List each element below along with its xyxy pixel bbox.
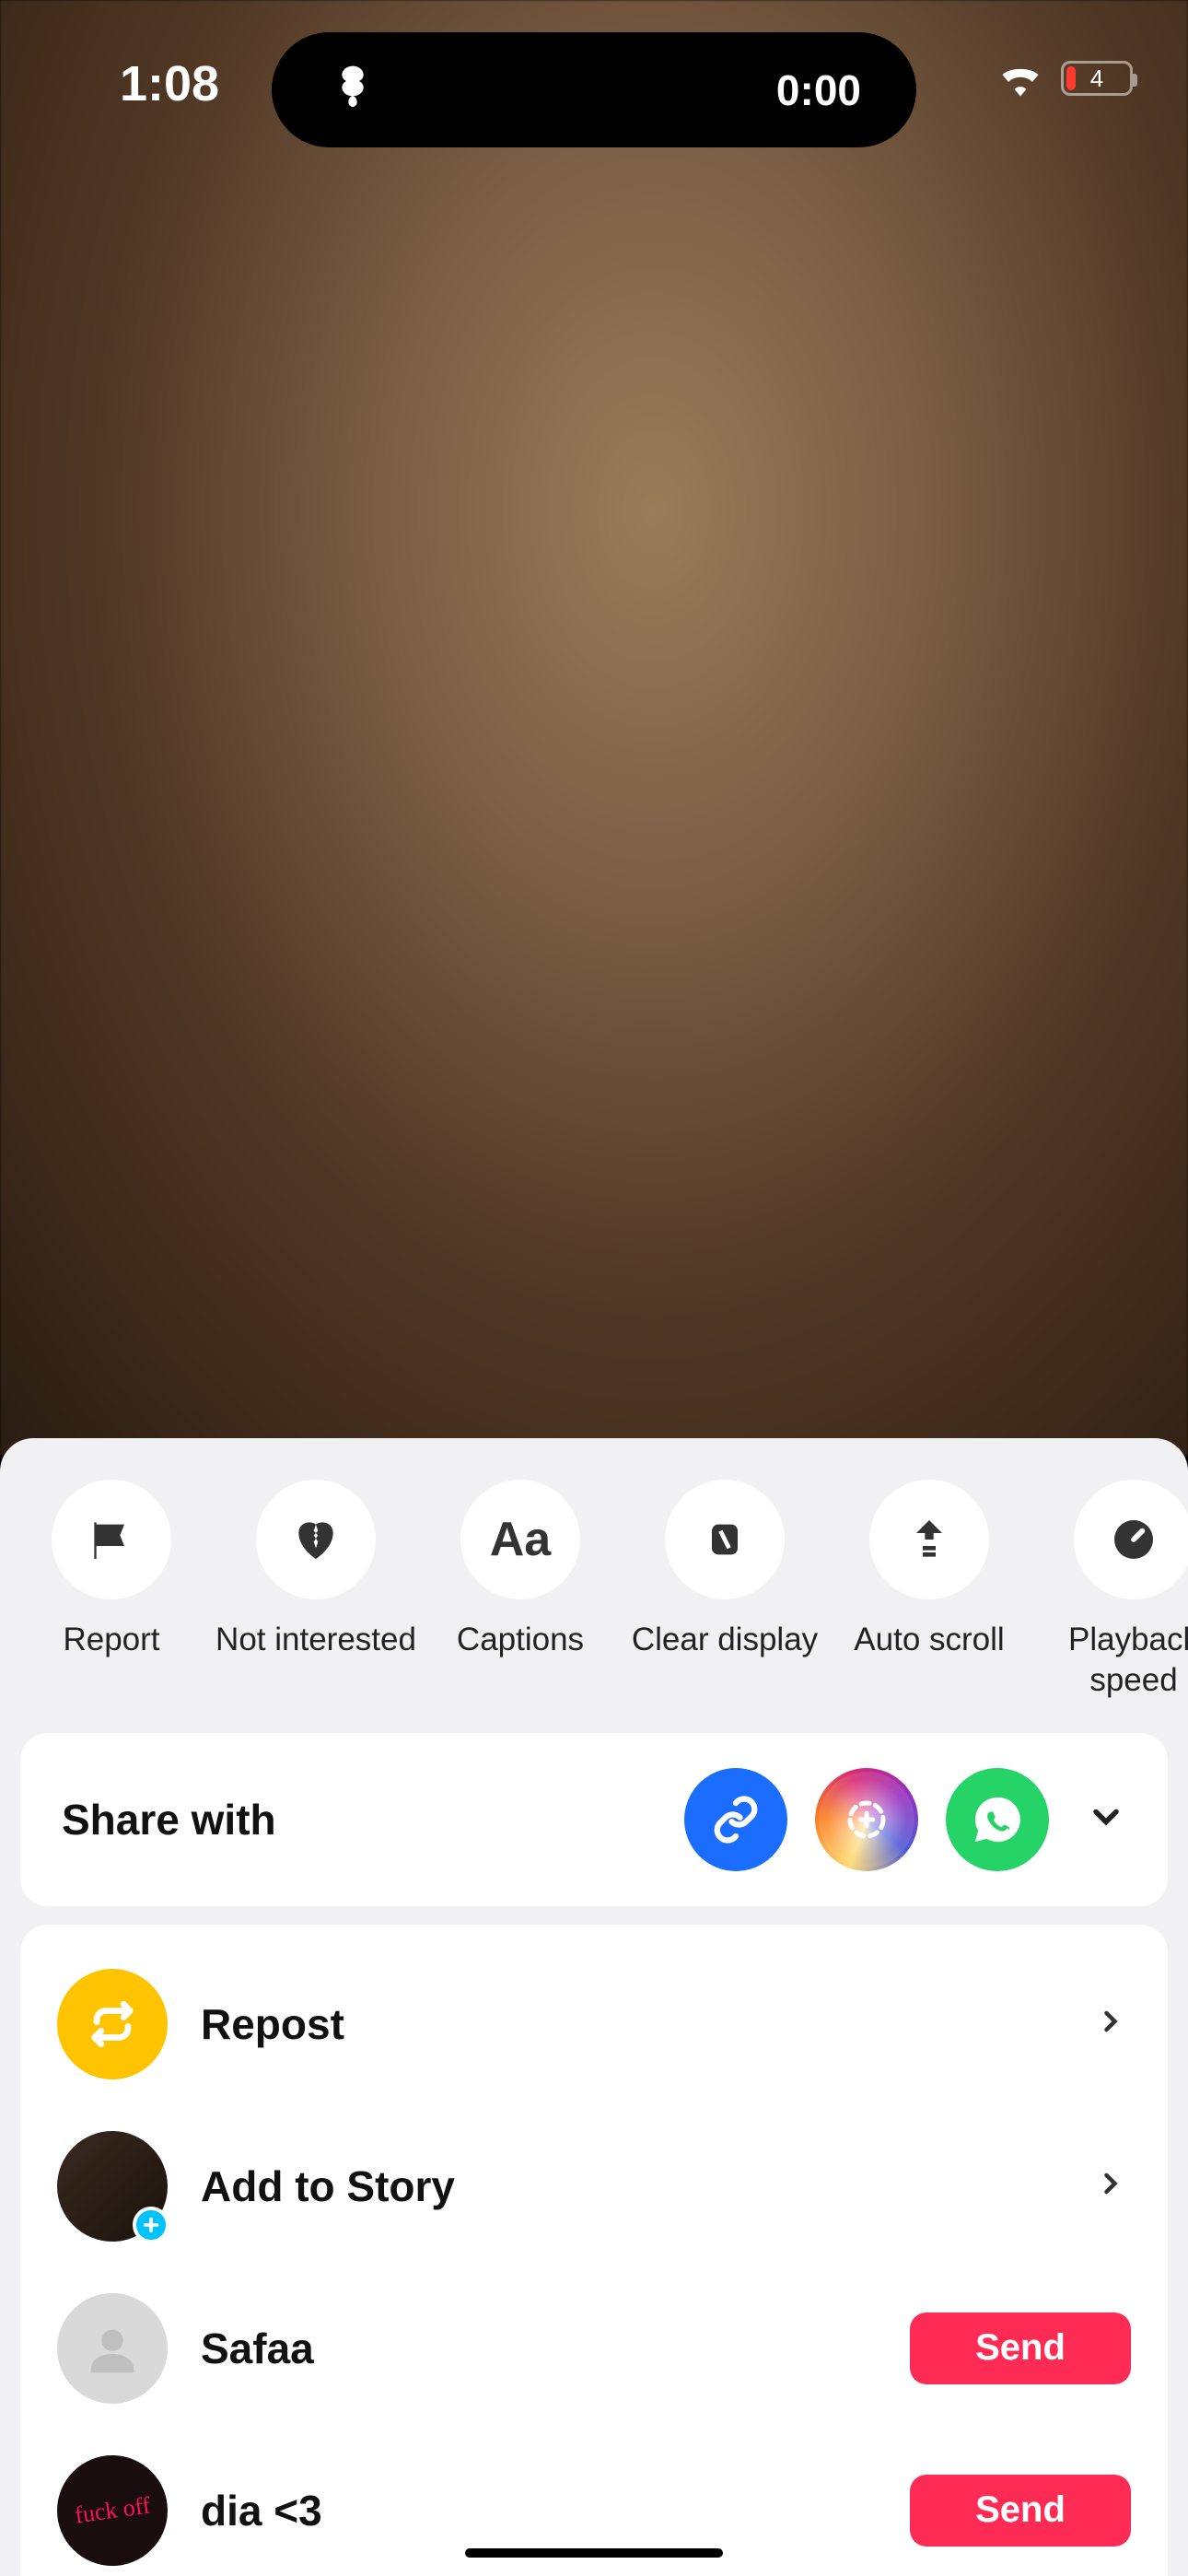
share-sheet: Report Not interested Aa Captions Clear … [0, 1438, 1188, 2576]
battery-icon: 4 [1061, 61, 1133, 96]
chevron-right-icon [1094, 2005, 1131, 2043]
share-list: Repost Add to Story Safaa Send fuck off … [20, 1925, 1168, 2576]
share-with-card: Share with [20, 1733, 1168, 1906]
share-with-title: Share with [62, 1795, 684, 1844]
eraser-icon [699, 1514, 751, 1565]
aa-icon: Aa [490, 1512, 551, 1567]
action-clear-display[interactable]: Clear display [623, 1480, 827, 1701]
contact-avatar [57, 2293, 168, 2404]
wifi-icon [996, 60, 1044, 97]
copy-link-button[interactable] [684, 1768, 787, 1871]
expand-share-button[interactable] [1086, 1797, 1126, 1842]
dynamic-island[interactable]: 0:00 [272, 32, 916, 147]
status-time: 1:08 [120, 55, 219, 112]
action-auto-scroll[interactable]: Auto scroll [827, 1480, 1031, 1701]
video-background [0, 0, 1188, 1456]
send-button[interactable]: Send [910, 2313, 1131, 2384]
repost-icon [57, 1969, 168, 2079]
flag-icon [86, 1514, 137, 1565]
action-playback-speed[interactable]: Playback speed [1031, 1480, 1188, 1701]
contact-row: Safaa Send [20, 2267, 1168, 2430]
home-indicator[interactable] [465, 2548, 723, 2558]
chevron-right-icon [1094, 2167, 1131, 2205]
whatsapp-button[interactable] [946, 1768, 1049, 1871]
repost-row[interactable]: Repost [20, 1943, 1168, 2105]
contact-avatar: fuck off [57, 2455, 168, 2566]
add-to-story-row[interactable]: Add to Story [20, 2105, 1168, 2267]
instagram-story-button[interactable] [815, 1768, 918, 1871]
gauge-icon [1108, 1514, 1159, 1565]
plus-badge-icon [133, 2207, 169, 2243]
island-app-icon [327, 62, 379, 118]
action-row[interactable]: Report Not interested Aa Captions Clear … [0, 1480, 1188, 1715]
action-not-interested[interactable]: Not interested [214, 1480, 418, 1701]
island-timer: 0:00 [776, 65, 861, 115]
broken-heart-icon [290, 1514, 342, 1565]
action-report[interactable]: Report [9, 1480, 214, 1701]
auto-scroll-icon [903, 1514, 955, 1565]
send-button[interactable]: Send [910, 2475, 1131, 2547]
story-avatar [57, 2131, 168, 2242]
action-captions[interactable]: Aa Captions [418, 1480, 623, 1701]
